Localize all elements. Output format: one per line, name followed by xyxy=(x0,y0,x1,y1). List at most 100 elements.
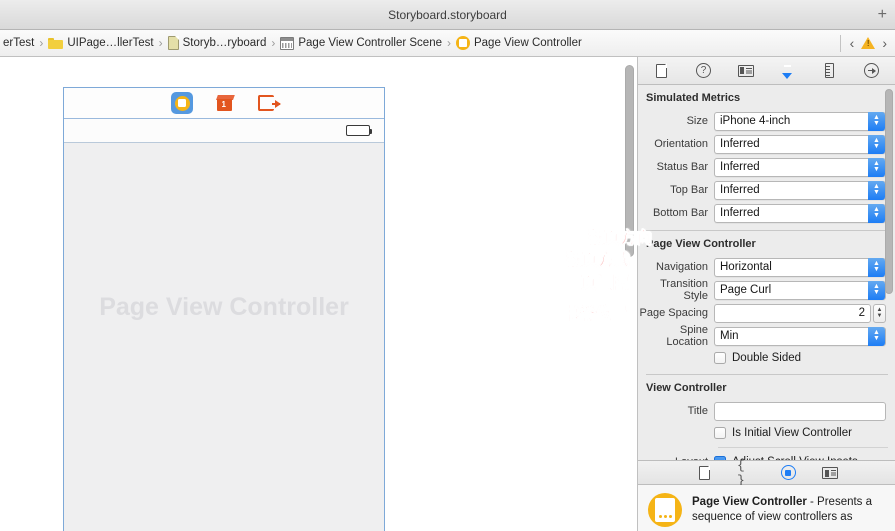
storyboard-canvas[interactable]: 1 Page View Controller xyxy=(0,57,637,531)
back-chevron-icon[interactable]: ‹ xyxy=(848,35,857,51)
row-title: Title xyxy=(638,400,895,422)
exit-icon xyxy=(258,95,281,111)
breadcrumb-item-view-controller[interactable]: Page View Controller xyxy=(453,30,585,56)
row-label: Title xyxy=(687,405,708,417)
row-label: Orientation xyxy=(654,138,708,150)
dock-first-responder-icon[interactable]: 1 xyxy=(213,92,235,114)
row-is-initial-view-controller: Is Initial View Controller xyxy=(638,423,895,443)
file-inspector-tab[interactable] xyxy=(652,61,672,81)
popup-value: iPhone 4-inch xyxy=(720,115,791,127)
size-popup-button[interactable]: iPhone 4-inch ▲ ▼ xyxy=(714,111,886,131)
window-title: Storyboard.storyboard xyxy=(388,7,507,22)
row-label: Size xyxy=(686,115,708,127)
jump-bar: erTest › UIPage…llerTest › Storyb…ryboar… xyxy=(0,30,895,57)
breadcrumb-separator: › xyxy=(271,36,276,50)
row-status-bar: Status Bar Inferred ▲ ▼ xyxy=(638,156,895,178)
breadcrumb-label: erTest xyxy=(3,37,35,49)
inline-divider xyxy=(718,447,888,448)
chevron-updown-icon: ▲ ▼ xyxy=(868,180,885,200)
battery-icon xyxy=(346,125,372,136)
dock-page-view-controller-icon[interactable] xyxy=(171,92,193,114)
scene-dock: 1 xyxy=(64,88,384,119)
library-item-text: Page View Controller - Presents a sequen… xyxy=(692,493,888,525)
breadcrumb-item-group[interactable]: UIPage…llerTest xyxy=(45,30,156,56)
forward-chevron-icon[interactable]: › xyxy=(880,35,889,51)
top-bar-popup-button[interactable]: Inferred ▲ ▼ xyxy=(714,180,886,200)
breadcrumb-item-project[interactable]: erTest xyxy=(0,30,37,56)
simulated-status-bar xyxy=(64,119,384,143)
popup-value: Page Curl xyxy=(720,284,772,296)
popup-value: Inferred xyxy=(720,184,760,196)
media-icon xyxy=(822,466,838,479)
page-view-controller-icon xyxy=(174,95,190,111)
media-library-tab[interactable] xyxy=(821,464,839,482)
library-list[interactable]: Page View Controller - Presents a sequen… xyxy=(638,485,895,531)
status-bar-popup-button[interactable]: Inferred ▲ ▼ xyxy=(714,157,886,177)
file-icon xyxy=(656,63,668,78)
object-library-tab[interactable] xyxy=(779,464,797,482)
divider xyxy=(839,34,841,52)
chevron-updown-icon: ▲ ▼ xyxy=(868,280,885,300)
window-titlebar: Storyboard.storyboard + xyxy=(0,0,895,30)
ruler-icon xyxy=(825,63,834,78)
question-mark-icon: ? xyxy=(696,63,711,78)
identity-inspector-tab[interactable] xyxy=(736,61,756,81)
scene-canvas-body[interactable]: Page View Controller xyxy=(64,143,384,531)
section-title: View Controller xyxy=(646,382,727,394)
navigation-popup-button[interactable]: Horizontal ▲ ▼ xyxy=(714,257,886,277)
breadcrumb-item-file[interactable]: Storyb…ryboard xyxy=(165,30,270,56)
popup-value: Inferred xyxy=(720,161,760,173)
row-label: Status Bar xyxy=(656,161,708,173)
page-view-controller-scene[interactable]: 1 Page View Controller xyxy=(63,87,385,531)
breadcrumb: erTest › UIPage…llerTest › Storyb…ryboar… xyxy=(0,30,585,56)
row-navigation: Navigation Horizontal ▲ ▼ xyxy=(638,256,895,278)
dock-exit-icon[interactable] xyxy=(255,92,281,114)
folder-icon xyxy=(48,37,64,49)
row-label: Transition Style xyxy=(660,278,708,302)
checkbox-label: Is Initial View Controller xyxy=(732,427,852,439)
object-circle-icon xyxy=(780,465,796,480)
file-template-library-tab[interactable] xyxy=(695,464,713,482)
library-item-title: Page View Controller xyxy=(692,496,807,508)
spine-location-popup-button[interactable]: Min ▲ ▼ xyxy=(714,326,886,346)
attributes-slider-icon xyxy=(780,63,795,79)
orientation-popup-button[interactable]: Inferred ▲ ▼ xyxy=(714,134,886,154)
breadcrumb-item-scene[interactable]: Page View Controller Scene xyxy=(277,30,445,56)
row-label: Navigation xyxy=(656,261,708,273)
row-label: Page Spacing xyxy=(639,307,709,319)
inspector-content[interactable]: Simulated Metrics Size iPhone 4-inch ▲ ▼ … xyxy=(638,85,895,517)
arrow-in-circle-icon xyxy=(864,63,879,78)
view-controller-icon xyxy=(455,36,470,50)
row-label: Top Bar xyxy=(670,184,708,196)
transition-style-popup-button[interactable]: Page Curl ▲ ▼ xyxy=(714,280,886,300)
connections-inspector-tab[interactable] xyxy=(862,61,882,81)
jump-bar-controls: ‹ › xyxy=(839,30,895,56)
popup-value: Min xyxy=(720,330,739,342)
row-size: Size iPhone 4-inch ▲ ▼ xyxy=(638,110,895,132)
quick-help-inspector-tab[interactable]: ? xyxy=(694,61,714,81)
chevron-updown-icon: ▲ ▼ xyxy=(868,111,885,131)
double-sided-checkbox[interactable] xyxy=(714,352,726,364)
page-spacing-stepper[interactable]: ▲ ▼ xyxy=(873,303,886,323)
add-tab-button[interactable]: + xyxy=(878,6,887,23)
breadcrumb-label: Page View Controller xyxy=(473,37,582,49)
warning-triangle-icon[interactable] xyxy=(861,37,876,49)
size-inspector-tab[interactable] xyxy=(820,61,840,81)
section-page-view-controller: Page View Controller Navigation Horizont… xyxy=(638,231,895,368)
document-icon xyxy=(167,36,179,50)
code-snippet-library-tab[interactable]: { } xyxy=(737,458,755,488)
breadcrumb-separator: › xyxy=(446,36,451,50)
section-simulated-metrics: Simulated Metrics Size iPhone 4-inch ▲ ▼ … xyxy=(638,85,895,224)
attributes-inspector-tab[interactable] xyxy=(778,61,798,81)
canvas-vertical-scrollbar[interactable] xyxy=(625,65,634,257)
title-input[interactable] xyxy=(714,401,886,421)
is-initial-view-controller-checkbox[interactable] xyxy=(714,427,726,439)
row-label: Bottom Bar xyxy=(652,207,708,219)
chevron-updown-icon: ▲ ▼ xyxy=(868,157,885,177)
first-responder-cube-icon: 1 xyxy=(215,94,235,112)
library-tab-bar: { } xyxy=(638,458,895,488)
page-spacing-input[interactable]: 2 xyxy=(714,303,871,323)
inspector-vertical-scrollbar[interactable] xyxy=(885,89,893,294)
row-orientation: Orientation Inferred ▲ ▼ xyxy=(638,133,895,155)
bottom-bar-popup-button[interactable]: Inferred ▲ ▼ xyxy=(714,203,886,223)
